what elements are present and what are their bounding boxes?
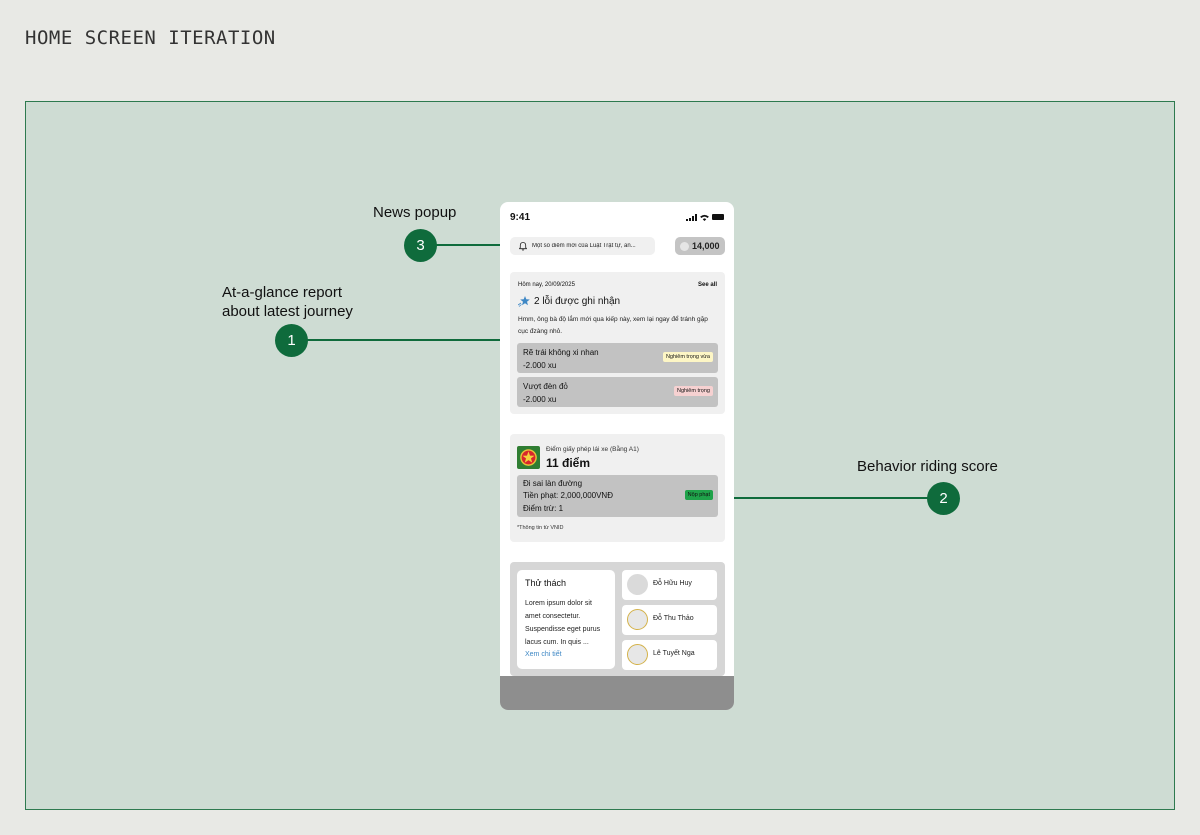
report-date: Hôm nay, 20/09/2025 <box>518 282 575 288</box>
annotation-line-behavior <box>734 497 928 499</box>
star-icon <box>518 296 530 307</box>
violation-fine: -2.000 xu <box>523 395 557 404</box>
source-note: *Thông tin từ VNID <box>517 525 564 531</box>
annotation-label-report-line2: about latest journey <box>222 303 353 320</box>
status-icons <box>686 213 724 221</box>
license-score-card: Điểm giấy phép lái xe (Bằng A1) 11 điểm … <box>510 434 725 542</box>
coin-value: 14,000 <box>692 241 720 251</box>
bottom-nav-bar <box>500 676 734 710</box>
page-title: HOME SCREEN ITERATION <box>25 27 276 49</box>
pay-fine-button[interactable]: Nộp phạt <box>684 490 713 500</box>
violation-item[interactable]: Rẽ trái không xi nhan -2.000 xu Nghiêm t… <box>517 343 718 373</box>
license-score: 11 điểm <box>546 456 591 470</box>
report-title: 2 lỗi được ghi nhận <box>518 296 620 307</box>
journey-report-card: Hôm nay, 20/09/2025 See all 2 lỗi được g… <box>510 272 725 414</box>
challenge-title: Thử thách <box>525 578 567 588</box>
bell-icon <box>519 241 527 251</box>
coin-icon <box>680 241 689 251</box>
friend-name: Đỗ Thu Thảo <box>653 615 694 622</box>
violation-name: Vượt đèn đỏ <box>523 382 568 391</box>
news-popup[interactable]: Một số điểm mới của Luật Trật tự, an... <box>510 237 655 255</box>
challenge-body: Lorem ipsum dolor sit amet consectetur. … <box>525 600 601 646</box>
avatar <box>627 609 648 630</box>
battery-icon <box>712 214 724 220</box>
phone-mockup: 9:41 Một số điểm mới của Luật Trật tự, a… <box>500 202 734 710</box>
signal-icon <box>686 213 697 221</box>
annotation-badge-2: 2 <box>927 482 960 515</box>
friend-name: Đỗ Hữu Huy <box>653 580 692 587</box>
challenge-box: Thử thách Lorem ipsum dolor sit amet con… <box>517 570 615 669</box>
police-emblem-icon <box>517 446 540 469</box>
friend-item[interactable]: Đỗ Thu Thảo <box>622 605 717 635</box>
annotation-badge-3: 3 <box>404 229 437 262</box>
penalty-name: Đi sai làn đường <box>523 479 583 488</box>
status-bar: 9:41 <box>510 211 724 223</box>
challenge-card: Thử thách Lorem ipsum dolor sit amet con… <box>510 562 725 676</box>
challenge-detail-link[interactable]: Xem chi tiết <box>525 651 562 658</box>
violation-item[interactable]: Vượt đèn đỏ -2.000 xu Nghiêm trọng <box>517 377 718 407</box>
penalty-item[interactable]: Đi sai làn đường Tiền phạt: 2,000,000VNĐ… <box>517 475 718 517</box>
annotation-label-report-line1: At-a-glance report <box>222 284 343 301</box>
friend-item[interactable]: Đỗ Hữu Huy <box>622 570 717 600</box>
severity-badge: Nghiêm trọng <box>673 386 713 396</box>
annotation-label-news: News popup <box>373 204 457 221</box>
annotation-label-behavior: Behavior riding score <box>857 458 998 475</box>
penalty-points: Điểm trừ: 1 <box>523 504 564 513</box>
annotation-line-report <box>307 339 501 341</box>
avatar <box>627 644 648 665</box>
news-text: Một số điểm mới của Luật Trật tự, an... <box>532 243 636 249</box>
friend-name: Lê Tuyết Nga <box>653 650 695 657</box>
wifi-icon <box>700 214 709 221</box>
severity-badge: Nghiêm trọng vừa <box>662 352 713 362</box>
violation-fine: -2.000 xu <box>523 361 557 370</box>
license-subtitle: Điểm giấy phép lái xe (Bằng A1) <box>546 446 639 453</box>
violation-name: Rẽ trái không xi nhan <box>523 348 599 357</box>
penalty-fine: Tiền phạt: 2,000,000VNĐ <box>523 491 613 500</box>
report-title-text: 2 lỗi được ghi nhận <box>534 296 621 307</box>
see-all-link[interactable]: See all <box>698 282 717 288</box>
avatar <box>627 574 648 595</box>
annotation-label-report: At-a-glance report about latest journey <box>222 283 353 321</box>
coin-balance[interactable]: 14,000 <box>675 237 725 255</box>
annotation-badge-1: 1 <box>275 324 308 357</box>
status-time: 9:41 <box>510 211 531 223</box>
report-description: Hmm, ông bà độ lắm mới qua kiếp này, xem… <box>518 316 708 335</box>
friend-item[interactable]: Lê Tuyết Nga <box>622 640 717 670</box>
